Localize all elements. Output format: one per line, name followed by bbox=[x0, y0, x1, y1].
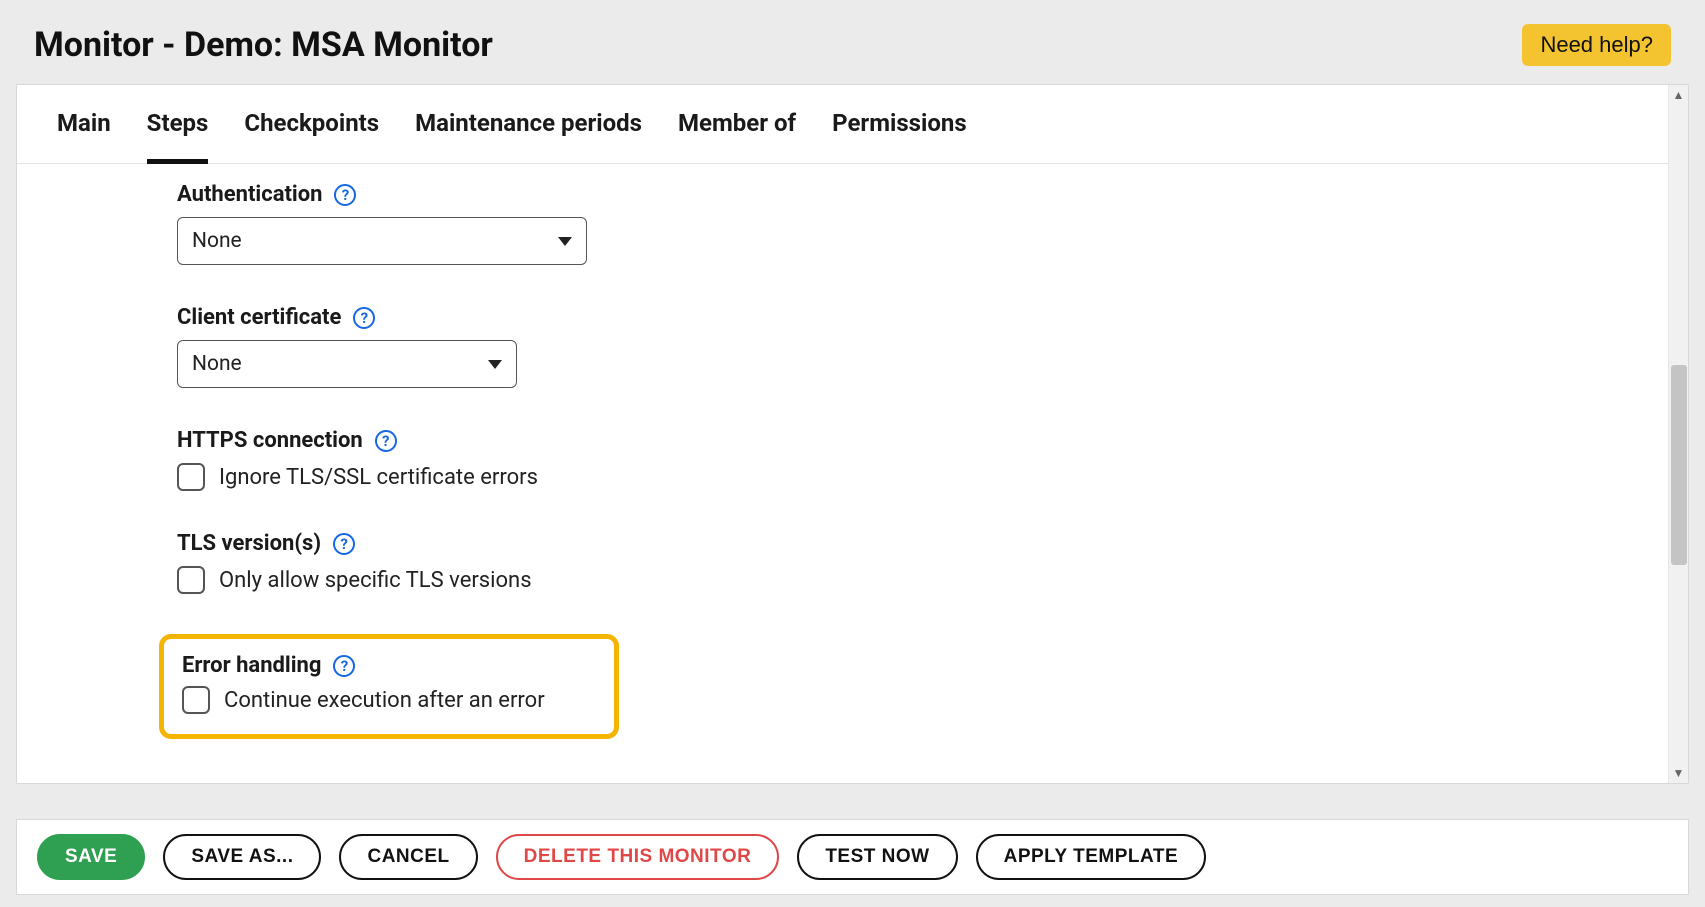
test-now-button[interactable]: TEST NOW bbox=[797, 834, 957, 880]
https-connection-label-text: HTTPS connection bbox=[177, 428, 363, 453]
help-icon[interactable]: ? bbox=[333, 533, 355, 555]
client-certificate-label-text: Client certificate bbox=[177, 305, 341, 330]
continue-after-error-row: Continue execution after an error bbox=[182, 686, 596, 714]
tls-versions-label-text: TLS version(s) bbox=[177, 531, 321, 556]
client-certificate-value: None bbox=[192, 352, 242, 376]
client-certificate-label: Client certificate ? bbox=[177, 305, 1648, 330]
main-panel: Main Steps Checkpoints Maintenance perio… bbox=[16, 84, 1689, 784]
tab-checkpoints[interactable]: Checkpoints bbox=[244, 109, 379, 164]
ignore-tls-errors-label: Ignore TLS/SSL certificate errors bbox=[219, 465, 538, 490]
tab-member-of[interactable]: Member of bbox=[678, 109, 796, 164]
tls-versions-field: TLS version(s) ? Only allow specific TLS… bbox=[177, 531, 1648, 594]
page-header: Monitor - Demo: MSA Monitor Need help? bbox=[0, 0, 1705, 84]
only-specific-tls-checkbox[interactable] bbox=[177, 566, 205, 594]
error-handling-label: Error handling ? bbox=[182, 653, 596, 678]
continue-after-error-checkbox[interactable] bbox=[182, 686, 210, 714]
form-area: Authentication ? None Client certificate… bbox=[17, 164, 1688, 769]
tab-bar: Main Steps Checkpoints Maintenance perio… bbox=[17, 85, 1688, 164]
help-icon[interactable]: ? bbox=[333, 655, 355, 677]
only-specific-tls-row: Only allow specific TLS versions bbox=[177, 566, 1648, 594]
error-handling-highlight: Error handling ? Continue execution afte… bbox=[159, 634, 619, 739]
footer-bar: SAVE SAVE AS... CANCEL DELETE THIS MONIT… bbox=[16, 819, 1689, 895]
authentication-label-text: Authentication bbox=[177, 182, 322, 207]
delete-monitor-button[interactable]: DELETE THIS MONITOR bbox=[496, 834, 780, 880]
ignore-tls-errors-row: Ignore TLS/SSL certificate errors bbox=[177, 463, 1648, 491]
authentication-field: Authentication ? None bbox=[177, 182, 1648, 265]
authentication-label: Authentication ? bbox=[177, 182, 1648, 207]
scroll-thumb[interactable] bbox=[1671, 365, 1687, 565]
help-icon[interactable]: ? bbox=[353, 307, 375, 329]
help-icon[interactable]: ? bbox=[334, 184, 356, 206]
tab-permissions[interactable]: Permissions bbox=[832, 109, 967, 164]
need-help-button[interactable]: Need help? bbox=[1522, 24, 1671, 66]
save-as-button[interactable]: SAVE AS... bbox=[163, 834, 321, 880]
scroll-up-arrow-icon[interactable]: ▲ bbox=[1669, 85, 1688, 105]
apply-template-button[interactable]: APPLY TEMPLATE bbox=[976, 834, 1207, 880]
chevron-down-icon bbox=[558, 237, 572, 246]
error-handling-label-text: Error handling bbox=[182, 653, 321, 678]
tab-steps[interactable]: Steps bbox=[147, 109, 209, 164]
page-title: Monitor - Demo: MSA Monitor bbox=[34, 25, 493, 65]
scrollbar[interactable]: ▲ ▼ bbox=[1668, 85, 1688, 783]
tls-versions-label: TLS version(s) ? bbox=[177, 531, 1648, 556]
https-connection-field: HTTPS connection ? Ignore TLS/SSL certif… bbox=[177, 428, 1648, 491]
tab-maintenance-periods[interactable]: Maintenance periods bbox=[415, 109, 642, 164]
cancel-button[interactable]: CANCEL bbox=[339, 834, 477, 880]
help-icon[interactable]: ? bbox=[375, 430, 397, 452]
save-button[interactable]: SAVE bbox=[37, 834, 145, 880]
authentication-select[interactable]: None bbox=[177, 217, 587, 265]
only-specific-tls-label: Only allow specific TLS versions bbox=[219, 568, 532, 593]
client-certificate-field: Client certificate ? None bbox=[177, 305, 1648, 388]
https-connection-label: HTTPS connection ? bbox=[177, 428, 1648, 453]
authentication-value: None bbox=[192, 229, 242, 253]
tab-main[interactable]: Main bbox=[57, 109, 111, 164]
error-handling-field: Error handling ? Continue execution afte… bbox=[182, 653, 596, 714]
ignore-tls-errors-checkbox[interactable] bbox=[177, 463, 205, 491]
client-certificate-select[interactable]: None bbox=[177, 340, 517, 388]
scroll-down-arrow-icon[interactable]: ▼ bbox=[1669, 763, 1688, 783]
continue-after-error-label: Continue execution after an error bbox=[224, 688, 545, 713]
chevron-down-icon bbox=[488, 360, 502, 369]
